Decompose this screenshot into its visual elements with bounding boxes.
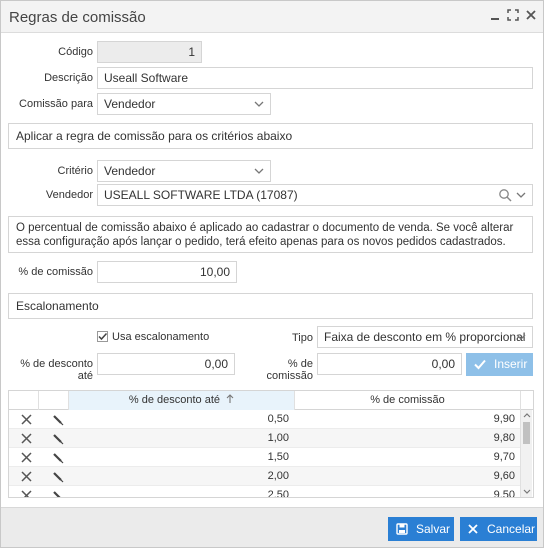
insert-button[interactable]: Inserir — [466, 353, 533, 376]
vendedor-value: USEALL SOFTWARE LTDA (17087) — [104, 188, 298, 202]
tipo-label: Tipo — [292, 332, 313, 344]
save-button[interactable]: Salvar — [388, 517, 454, 541]
comissao-cell: 9,90 — [493, 413, 515, 425]
delete-icon[interactable] — [21, 471, 32, 485]
comissao-cell: 9,80 — [493, 432, 515, 444]
info-message: O percentual de comissão abaixo é aplica… — [8, 216, 533, 253]
check-icon — [474, 359, 486, 370]
desconto-ate-label: % de desconto até — [20, 358, 93, 382]
maximize-icon[interactable] — [506, 9, 520, 23]
comissao-cell: 9,50 — [493, 489, 515, 498]
floppy-disk-icon — [396, 523, 408, 535]
escalonamento-table: % de desconto até % de comissão 0,50 9,90… — [8, 390, 534, 498]
table-row[interactable]: 2,50 9,50 — [9, 486, 521, 498]
comissao-cell: 9,60 — [493, 470, 515, 482]
header-desconto-label: % de desconto até — [128, 394, 221, 406]
header-edit-col — [39, 391, 69, 410]
criterio-value: Vendedor — [104, 164, 156, 178]
scroll-down-icon[interactable] — [523, 489, 531, 495]
delete-icon[interactable] — [21, 433, 32, 447]
comissao-para-value: Vendedor — [104, 97, 156, 111]
chevron-down-icon — [254, 168, 264, 174]
edit-pencil-icon[interactable] — [52, 414, 64, 429]
delete-icon[interactable] — [21, 452, 32, 466]
escalonamento-comissao-label: % de comissão — [266, 358, 313, 382]
search-icon[interactable] — [498, 188, 512, 202]
criterio-label: Critério — [57, 165, 93, 177]
table-row[interactable]: 0,50 9,90 — [9, 410, 521, 429]
edit-pencil-icon[interactable] — [52, 433, 64, 448]
desconto-cell: 1,00 — [267, 432, 289, 444]
comissao-cell: 9,70 — [493, 451, 515, 463]
header-desconto[interactable]: % de desconto até — [69, 391, 295, 410]
criterio-select[interactable]: Vendedor — [97, 160, 271, 182]
escalonamento-header: Escalonamento — [8, 293, 533, 319]
dialog-footer: Salvar Cancelar — [1, 507, 543, 547]
window-title: Regras de comissão — [9, 9, 146, 26]
desconto-cell: 2,50 — [267, 489, 289, 498]
escalonamento-comissao-field[interactable]: 0,00 — [317, 353, 462, 375]
comissao-label: % de comissão — [18, 266, 93, 278]
desconto-cell: 2,00 — [267, 470, 289, 482]
codigo-label: Código — [58, 46, 93, 58]
close-icon[interactable] — [524, 9, 538, 23]
edit-pencil-icon[interactable] — [52, 471, 64, 486]
minimize-icon[interactable] — [488, 9, 502, 23]
title-bar: Regras de comissão — [1, 1, 543, 33]
sort-ascending-icon — [226, 394, 234, 403]
desconto-cell: 1,50 — [267, 451, 289, 463]
table-row[interactable]: 1,00 9,80 — [9, 429, 521, 448]
delete-icon[interactable] — [21, 414, 32, 428]
cancel-button[interactable]: Cancelar — [460, 517, 537, 541]
table-header: % de desconto até % de comissão — [9, 391, 533, 410]
tipo-value: Faixa de desconto em % proporcional — [324, 330, 526, 344]
commission-rule-dialog: Regras de comissão Código 1 Descrição Us… — [0, 0, 544, 548]
vendedor-label: Vendedor — [45, 189, 93, 201]
chevron-down-icon — [254, 101, 264, 107]
usa-escalonamento-checkbox[interactable] — [97, 331, 108, 342]
save-button-label: Salvar — [416, 522, 451, 536]
edit-pencil-icon[interactable] — [52, 490, 64, 497]
tipo-select[interactable]: Faixa de desconto em % proporcional — [317, 326, 533, 348]
criteria-section-header: Aplicar a regra de comissão para os crit… — [8, 123, 533, 149]
descricao-field[interactable]: Useall Software — [97, 67, 533, 89]
edit-pencil-icon[interactable] — [52, 452, 64, 467]
scrollbar-thumb[interactable] — [523, 422, 530, 444]
checkmark-icon — [98, 332, 108, 341]
header-delete-col — [9, 391, 39, 410]
table-row[interactable]: 1,50 9,70 — [9, 448, 521, 467]
chevron-down-icon[interactable] — [516, 189, 526, 201]
header-comissao[interactable]: % de comissão — [295, 391, 521, 410]
codigo-field: 1 — [97, 41, 202, 63]
comissao-para-label: Comissão para — [19, 98, 93, 110]
delete-icon[interactable] — [21, 490, 32, 497]
comissao-para-select[interactable]: Vendedor — [97, 93, 271, 115]
table-row[interactable]: 2,00 9,60 — [9, 467, 521, 486]
desconto-ate-field[interactable]: 0,00 — [97, 353, 235, 375]
table-scrollbar[interactable] — [520, 410, 532, 497]
comissao-field[interactable]: 10,00 — [97, 261, 237, 283]
cancel-button-label: Cancelar — [487, 522, 536, 536]
descricao-label: Descrição — [44, 72, 93, 84]
close-icon — [468, 524, 478, 534]
insert-button-label: Inserir — [494, 357, 528, 371]
desconto-cell: 0,50 — [267, 413, 289, 425]
chevron-down-icon — [516, 334, 526, 340]
scroll-up-icon[interactable] — [523, 412, 531, 418]
usa-escalonamento-label[interactable]: Usa escalonamento — [112, 331, 209, 343]
vendedor-lookup[interactable]: USEALL SOFTWARE LTDA (17087) — [97, 184, 533, 206]
